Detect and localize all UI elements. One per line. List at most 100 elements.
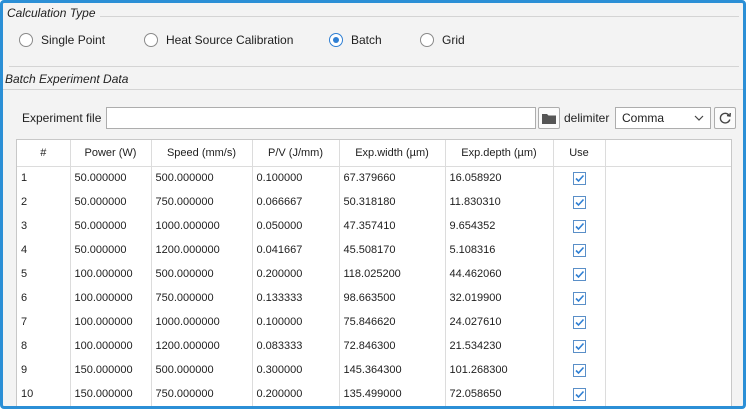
experiment-file-input[interactable] [106,107,536,129]
table-cell[interactable]: 750.000000 [151,286,253,310]
table-cell[interactable]: 32.019900 [445,286,554,310]
table-cell[interactable]: 50.000000 [70,166,152,190]
table-cell[interactable]: 500.000000 [151,166,253,190]
browse-button[interactable] [538,107,560,129]
table-cell[interactable]: 16.058920 [445,166,554,190]
table-cell[interactable]: 8 [17,334,71,358]
table-cell[interactable]: 50.000000 [70,238,152,262]
table-row[interactable]: 3 50.000000 1000.000000 0.050000 47.357410 9.… [17,214,731,238]
table-cell[interactable]: 0.133333 [252,286,340,310]
use-checkbox[interactable] [572,195,586,209]
use-checkbox[interactable] [572,315,586,329]
table-cell[interactable]: 11.830310 [445,190,554,214]
radio-heat-source-calibration[interactable]: Heat Source Calibration [144,33,293,47]
table-cell[interactable]: 150.000000 [70,382,152,406]
table-row[interactable]: 9 150.000000 500.000000 0.300000 145.364300 1… [17,358,731,382]
table-cell[interactable]: 750.000000 [151,382,253,406]
table-cell[interactable]: 100.000000 [70,262,152,286]
column-header-exp-depth[interactable]: Exp.depth (µm) [445,140,554,167]
table-cell[interactable]: 0.050000 [252,214,340,238]
table-row[interactable]: 5 100.000000 500.000000 0.200000 118.025200 4… [17,262,731,286]
radio-single-point[interactable]: Single Point [19,33,105,47]
table-row[interactable]: 4 50.000000 1200.000000 0.041667 45.508170 5.… [17,238,731,262]
table-cell[interactable]: 7 [17,310,71,334]
table-cell[interactable]: 150.000000 [70,358,152,382]
table-cell[interactable]: 100.000000 [70,286,152,310]
column-header-index[interactable]: # [17,140,71,167]
table-cell[interactable]: 100.000000 [70,334,152,358]
table-row[interactable]: 8 100.000000 1200.000000 0.083333 72.846300 2… [17,334,731,358]
table-cell[interactable]: 50.000000 [70,214,152,238]
table-row[interactable]: 2 50.000000 750.000000 0.066667 50.318180 11.… [17,190,731,214]
table-row[interactable]: 6 100.000000 750.000000 0.133333 98.663500 32… [17,286,731,310]
use-checkbox[interactable] [572,387,586,401]
table-cell[interactable]: 101.268300 [445,358,554,382]
table-cell[interactable]: 135.499000 [339,382,446,406]
table-cell[interactable]: 98.663500 [339,286,446,310]
table-cell[interactable]: 50.318180 [339,190,446,214]
batch-divider [9,66,739,67]
table-cell[interactable]: 3 [17,214,71,238]
use-cell [553,334,606,358]
use-checkbox[interactable] [572,267,586,281]
table-cell[interactable]: 24.027610 [445,310,554,334]
table-cell[interactable]: 0.041667 [252,238,340,262]
table-cell[interactable]: 5 [17,262,71,286]
table-cell[interactable]: 21.534230 [445,334,554,358]
table-cell[interactable]: 44.462060 [445,262,554,286]
table-cell[interactable]: 100.000000 [70,310,152,334]
table-cell[interactable]: 118.025200 [339,262,446,286]
use-checkbox[interactable] [572,339,586,353]
table-cell[interactable]: 10 [17,382,71,406]
table-row[interactable]: 1 50.000000 500.000000 0.100000 67.379660 16.… [17,166,731,190]
column-header-pv[interactable]: P/V (J/mm) [252,140,340,167]
table-cell[interactable]: 75.846620 [339,310,446,334]
table-cell[interactable]: 750.000000 [151,190,253,214]
table-cell[interactable]: 6 [17,286,71,310]
table-cell[interactable]: 67.379660 [339,166,446,190]
table-cell[interactable]: 50.000000 [70,190,152,214]
table-cell[interactable]: 1200.000000 [151,238,253,262]
table-row[interactable]: 10 150.000000 750.000000 0.200000 135.499000… [17,382,731,406]
table-cell[interactable]: 72.058650 [445,382,554,406]
table-cell[interactable]: 47.357410 [339,214,446,238]
use-checkbox[interactable] [572,363,586,377]
table-cell[interactable]: 0.100000 [252,310,340,334]
table-cell[interactable]: 1000.000000 [151,310,253,334]
table-cell[interactable]: 500.000000 [151,262,253,286]
table-cell[interactable]: 45.508170 [339,238,446,262]
table-cell[interactable]: 0.100000 [252,166,340,190]
column-header-speed[interactable]: Speed (mm/s) [151,140,253,167]
table-cell[interactable]: 0.066667 [252,190,340,214]
use-checkbox[interactable] [572,219,586,233]
table-cell[interactable]: 5.108316 [445,238,554,262]
filler-cell [605,310,731,334]
table-cell[interactable]: 0.083333 [252,334,340,358]
column-header-use[interactable]: Use [553,140,606,167]
table-cell[interactable]: 1200.000000 [151,334,253,358]
use-checkbox[interactable] [572,243,586,257]
radio-grid[interactable]: Grid [420,33,465,47]
table-cell[interactable]: 0.200000 [252,262,340,286]
table-cell[interactable]: 9.654352 [445,214,554,238]
table-cell[interactable]: 0.200000 [252,382,340,406]
table-cell[interactable]: 1 [17,166,71,190]
delimiter-select[interactable]: Comma [615,107,711,129]
table-cell[interactable]: 9 [17,358,71,382]
table-row[interactable]: 7 100.000000 1000.000000 0.100000 75.846620 2… [17,310,731,334]
table-cell[interactable]: 1000.000000 [151,214,253,238]
use-checkbox[interactable] [572,291,586,305]
table-cell[interactable]: 500.000000 [151,358,253,382]
table-cell[interactable]: 72.846300 [339,334,446,358]
table-cell[interactable]: 145.364300 [339,358,446,382]
table-cell[interactable]: 4 [17,238,71,262]
column-header-power[interactable]: Power (W) [70,140,152,167]
column-header-exp-width[interactable]: Exp.width (µm) [339,140,446,167]
radio-indicator [144,33,158,47]
use-checkbox[interactable] [572,171,586,185]
radio-batch[interactable]: Batch [329,33,382,47]
filler-cell [605,286,731,310]
table-cell[interactable]: 2 [17,190,71,214]
table-cell[interactable]: 0.300000 [252,358,340,382]
refresh-button[interactable] [714,107,736,129]
